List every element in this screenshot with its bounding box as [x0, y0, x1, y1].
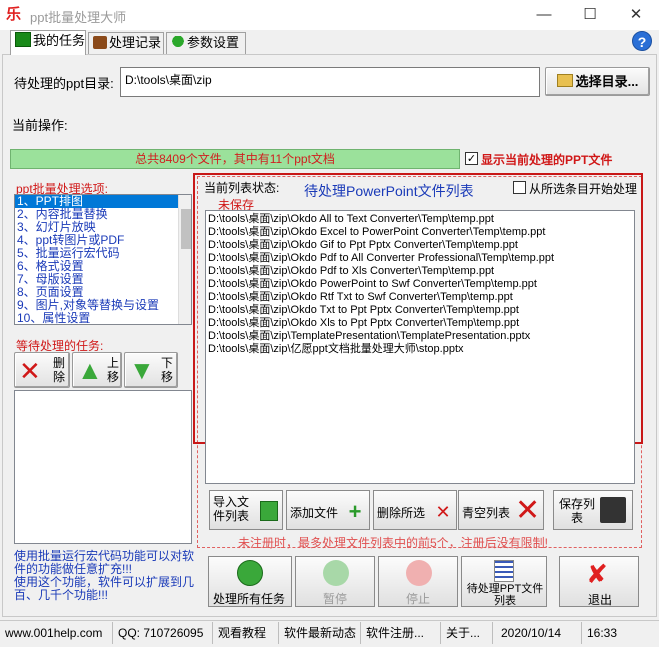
pause-label: 暂停 [323, 592, 348, 606]
minimize-icon[interactable]: — [521, 0, 567, 30]
start-from-selected-checkbox[interactable] [513, 181, 526, 194]
import-icon [260, 501, 278, 521]
move-down-label: 下 移 [161, 356, 174, 384]
delete-task-button[interactable]: ✕ 删 除 [14, 352, 70, 388]
list-status-label: 当前列表状态: [204, 181, 280, 195]
delete-task-label: 删 除 [53, 356, 66, 384]
pending-list[interactable] [14, 390, 192, 544]
status-website[interactable]: www.001help.com [0, 622, 113, 644]
folder-icon [556, 74, 573, 87]
file-list-item[interactable]: D:\tools\桌面\zip\亿愿ppt文档批量处理大师\stop.pptx [206, 343, 634, 356]
start-from-selected-label: 从所选条目开始处理 [529, 182, 638, 196]
delete-icon: ✕ [19, 356, 41, 386]
delete-file-icon: ✕ [435, 502, 451, 522]
pending-list-label: 待处理PPT文件 列表 [466, 583, 544, 607]
tab-label: 我的任务 [33, 33, 86, 48]
file-list-item[interactable]: D:\tools\桌面\zip\Okdo Pdf to Xls Converte… [206, 265, 634, 278]
pause-icon [323, 560, 349, 586]
show-current-label: 显示当前处理的PPT文件 [481, 153, 613, 167]
file-list-item[interactable]: D:\tools\桌面\zip\Okdo PowerPoint to Swf C… [206, 278, 634, 291]
file-list[interactable]: D:\tools\桌面\zip\Okdo All to Text Convert… [205, 210, 635, 484]
status-qq: QQ: 710726095 [113, 622, 213, 644]
import-list-button[interactable]: 导入文 件列表 [209, 490, 283, 530]
save-list-label: 保存列 表 [559, 497, 596, 525]
tab-settings[interactable]: 参数设置 [166, 32, 246, 54]
pending-list-button[interactable]: 待处理PPT文件 列表 [461, 556, 547, 607]
clear-list-button[interactable]: 青空列表 ✕ [458, 490, 544, 530]
progress-bar: 总共8409个文件，其中有11个ppt文档 [10, 149, 460, 169]
file-list-item[interactable]: D:\tools\桌面\zip\Okdo Xls to Ppt Pptx Con… [206, 317, 634, 330]
stop-button[interactable]: 停止 [378, 556, 458, 607]
list-title: 待处理PowerPoint文件列表 [304, 183, 474, 199]
file-list-item[interactable]: D:\tools\桌面\zip\Okdo Txt to Ppt Pptx Con… [206, 304, 634, 317]
import-list-label: 导入文 件列表 [213, 495, 250, 523]
option-item[interactable]: 10、属性设置 [15, 312, 178, 325]
file-list-item[interactable]: D:\tools\桌面\zip\TemplatePresentation\Tem… [206, 330, 634, 343]
exit-button[interactable]: ✘ 退出 [559, 556, 639, 607]
stop-label: 停止 [406, 592, 431, 606]
save-list-button[interactable]: 保存列 表 [553, 490, 633, 530]
move-up-label: 上 移 [107, 356, 120, 384]
add-file-label: 添加文件 [290, 506, 339, 520]
move-up-button[interactable]: ▲ 上 移 [72, 352, 122, 388]
delete-selected-button[interactable]: 删除所选 ✕ [373, 490, 457, 530]
arrow-down-icon: ▼ [129, 355, 155, 385]
move-down-button[interactable]: ▼ 下 移 [124, 352, 178, 388]
unregistered-notice: 未注册时，最多处理文件列表中的前5个，注册后没有限制! [238, 536, 549, 550]
clear-icon: ✕ [515, 494, 541, 527]
stop-icon [406, 560, 432, 586]
window-title: ppt批量处理大师 [30, 10, 127, 25]
select-dir-button[interactable]: 选择目录... [545, 67, 650, 96]
maximize-icon[interactable]: ☐ [567, 0, 613, 30]
status-tutorial[interactable]: 观看教程 [213, 622, 279, 644]
list-icon [494, 560, 514, 582]
add-file-icon: + [348, 499, 362, 524]
status-time: 16:33 [587, 626, 618, 640]
dir-input[interactable]: D:\tools\桌面\zip [120, 67, 540, 97]
file-list-item[interactable]: D:\tools\桌面\zip\Okdo Gif to Ppt Pptx Con… [206, 239, 634, 252]
file-list-item[interactable]: D:\tools\桌面\zip\Okdo All to Text Convert… [206, 213, 634, 226]
dir-label: 待处理的ppt目录: [14, 76, 114, 91]
status-about[interactable]: 关于... [441, 622, 493, 644]
arrow-up-icon: ▲ [77, 355, 103, 385]
pause-button[interactable]: 暂停 [295, 556, 375, 607]
process-all-label: 处理所有任务 [213, 592, 286, 606]
exit-icon: ✘ [586, 559, 608, 589]
select-dir-label: 选择目录... [575, 74, 639, 89]
briefcase-icon [93, 36, 107, 49]
play-icon [15, 32, 31, 47]
file-list-item[interactable]: D:\tools\桌面\zip\Okdo Excel to PowerPoint… [206, 226, 634, 239]
status-register[interactable]: 软件注册... [361, 622, 441, 644]
tab-my-tasks[interactable]: 我的任务 [10, 30, 86, 55]
clear-list-label: 青空列表 [462, 506, 511, 520]
save-icon [600, 497, 626, 523]
play-icon [237, 560, 263, 586]
tree-icon [171, 36, 185, 49]
show-current-checkbox[interactable]: ✓ [465, 152, 478, 165]
delete-selected-label: 删除所选 [377, 506, 426, 520]
tab-label: 处理记录 [109, 35, 162, 50]
status-news[interactable]: 软件最新动态 [279, 622, 361, 644]
macro-tip: 使用批量运行宏代码功能可以对软件的功能做任意扩充!!! 使用这个功能，软件可以扩… [14, 549, 195, 602]
tab-records[interactable]: 处理记录 [88, 32, 164, 54]
options-scrollbar[interactable] [178, 195, 191, 324]
close-icon[interactable]: ✕ [613, 0, 659, 30]
scrollbar-thumb[interactable] [181, 209, 191, 249]
process-all-button[interactable]: 处理所有任务 [208, 556, 292, 607]
app-logo-icon: 乐 [6, 6, 22, 23]
status-date: 2020/10/14 [496, 622, 582, 644]
file-list-item[interactable]: D:\tools\桌面\zip\Okdo Rtf Txt to Swf Conv… [206, 291, 634, 304]
exit-label: 退出 [588, 593, 613, 607]
tab-label: 参数设置 [187, 35, 240, 50]
current-op-label: 当前操作: [12, 118, 68, 133]
options-list[interactable]: 1、PPT排图 2、内容批量替换 3、幻灯片放映 4、ppt转图片或PDF 5、批量运行… [14, 194, 192, 325]
file-list-item[interactable]: D:\tools\桌面\zip\Okdo Pdf to All Converte… [206, 252, 634, 265]
help-icon[interactable]: ? [632, 31, 652, 51]
add-file-button[interactable]: 添加文件 + [286, 490, 370, 530]
